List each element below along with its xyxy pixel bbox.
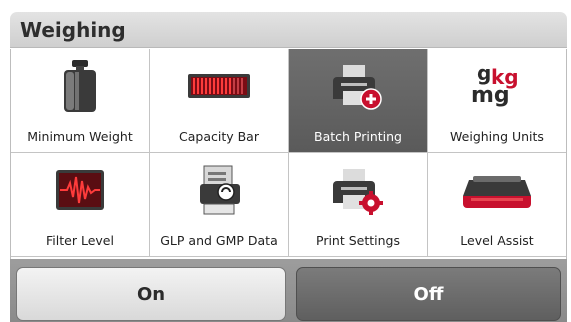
balance-icon [428, 161, 566, 219]
tile-capacity-bar[interactable]: Capacity Bar [150, 49, 289, 153]
printer-add-icon [289, 57, 427, 115]
on-button[interactable]: On [16, 267, 286, 321]
tile-label: Filter Level [46, 233, 114, 248]
unit-g: g [477, 61, 492, 85]
settings-grid: Minimum Weight Capacity Bar Batch Printi… [10, 49, 567, 259]
capacity-bar-icon [150, 57, 288, 115]
header-bar: Weighing [10, 12, 567, 48]
tile-label: Weighing Units [450, 129, 544, 144]
unit-mg: mg [471, 83, 510, 108]
tile-batch-printing[interactable]: Batch Printing [289, 49, 428, 153]
page-title: Weighing [20, 18, 126, 42]
printer-settings-icon [289, 161, 427, 219]
tile-label: Minimum Weight [27, 129, 133, 144]
tile-level-assist[interactable]: Level Assist [428, 153, 566, 257]
tile-label: GLP and GMP Data [160, 233, 278, 248]
footer-bar: On Off [10, 259, 567, 322]
filter-wave-icon [11, 161, 149, 219]
units-icon: g kg mg [428, 57, 566, 115]
glp-gmp-icon [150, 161, 288, 219]
tile-print-settings[interactable]: Print Settings [289, 153, 428, 257]
tile-minimum-weight[interactable]: Minimum Weight [11, 49, 150, 153]
tile-weighing-units[interactable]: g kg mg Weighing Units [428, 49, 566, 153]
tile-label: Capacity Bar [179, 129, 259, 144]
off-button[interactable]: Off [296, 267, 561, 321]
weight-icon [11, 57, 149, 115]
tile-glp-gmp-data[interactable]: GLP and GMP Data [150, 153, 289, 257]
weighing-settings-screen: Weighing Minimum Weight Capacity Bar Bat… [0, 0, 571, 322]
tile-filter-level[interactable]: Filter Level [11, 153, 150, 257]
tile-label: Batch Printing [314, 129, 402, 144]
tile-label: Print Settings [316, 233, 400, 248]
tile-label: Level Assist [460, 233, 534, 248]
